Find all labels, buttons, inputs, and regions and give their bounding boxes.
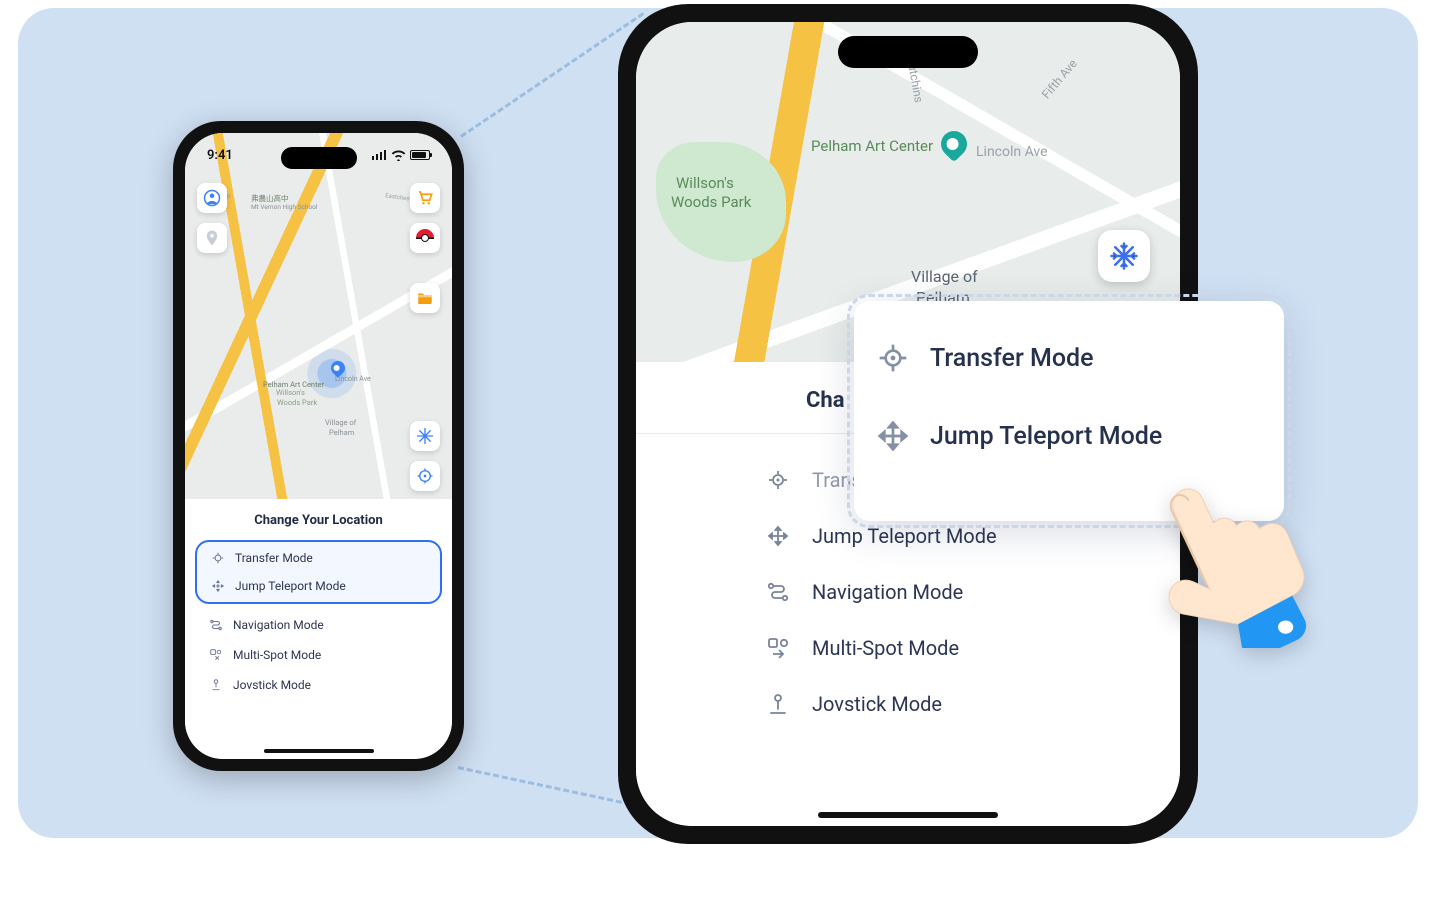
folder-button[interactable]: [410, 283, 440, 313]
dynamic-island: [838, 36, 978, 68]
signal-icon: [372, 150, 387, 160]
joystick-icon: [209, 678, 223, 692]
mode-transfer[interactable]: Transfer Mode: [197, 544, 440, 572]
map-label: Pelham Art Center: [811, 137, 933, 155]
target-icon: [766, 468, 790, 492]
mode-label: Navigation Mode: [233, 618, 324, 632]
map-label: Willson's: [676, 174, 734, 192]
mode-multispot[interactable]: Multi-Spot Mode: [195, 640, 442, 670]
mode-label: Jovstick Mode: [233, 678, 311, 692]
hand-pointer-icon: [1126, 458, 1316, 648]
mode-joystick[interactable]: Jovstick Mode: [636, 676, 1180, 732]
freeze-button[interactable]: [1098, 230, 1150, 282]
poi-pin-icon: [936, 126, 973, 163]
bottom-sheet: Change Your Location Transfer Mode Jump …: [185, 499, 452, 759]
multi-spot-icon: [766, 636, 790, 660]
callout-label: Transfer Mode: [930, 344, 1094, 373]
map-label: Fifth Ave: [1039, 57, 1080, 102]
mode-jump[interactable]: Jump Teleport Mode: [197, 572, 440, 600]
battery-icon: [410, 150, 430, 160]
highlighted-modes: Transfer Mode Jump Teleport Mode: [195, 540, 442, 604]
move-arrows-icon: [766, 524, 790, 548]
snowflake-icon: [416, 427, 434, 445]
status-right: [372, 150, 430, 161]
crosshair-icon: [416, 467, 434, 485]
locate-button[interactable]: [410, 461, 440, 491]
map-label: Lincoln Ave: [335, 375, 371, 383]
pin-icon: [203, 229, 221, 247]
phone-small-screen: 9:41 Columbus R 弗農山高中 Mt Vernon High Sch…: [185, 133, 452, 759]
map-label: Woods Park: [671, 193, 751, 211]
folder-icon: [416, 289, 434, 307]
callout-label: Jump Teleport Mode: [930, 422, 1162, 451]
pokeball-button[interactable]: [410, 223, 440, 253]
user-circle-icon: [203, 189, 221, 207]
mode-multispot[interactable]: Multi-Spot Mode: [636, 620, 1180, 676]
pokeball-icon: [416, 229, 434, 247]
map-label: Woods Park: [277, 398, 317, 407]
mode-label: Jovstick Mode: [812, 692, 942, 716]
map-label: Lincoln Ave: [976, 144, 1048, 160]
mode-label: Jump Teleport Mode: [235, 579, 346, 593]
callout-transfer[interactable]: Transfer Mode: [862, 319, 1276, 397]
map-label: Pelham: [329, 428, 354, 437]
multi-spot-icon: [209, 648, 223, 662]
snowflake-icon: [1109, 241, 1139, 271]
move-arrows-icon: [211, 579, 225, 593]
cart-icon: [416, 189, 434, 207]
sheet-title: Change Your Location: [185, 499, 452, 540]
status-time: 9:41: [207, 148, 233, 163]
freeze-button[interactable]: [410, 421, 440, 451]
map-label: Village of: [911, 267, 978, 286]
mode-label: Navigation Mode: [812, 580, 963, 604]
mode-joystick[interactable]: Jovstick Mode: [195, 670, 442, 700]
illustration-canvas: 9:41 Columbus R 弗農山高中 Mt Vernon High Sch…: [18, 8, 1418, 838]
saved-pin-button[interactable]: [197, 223, 227, 253]
move-arrows-icon: [876, 419, 910, 453]
route-icon: [766, 580, 790, 604]
mode-navigation[interactable]: Navigation Mode: [195, 610, 442, 640]
target-icon: [876, 341, 910, 375]
mode-label: Multi-Spot Mode: [812, 636, 959, 660]
wifi-icon: [391, 150, 406, 161]
mode-label: Multi-Spot Mode: [233, 648, 321, 662]
route-icon: [209, 618, 223, 632]
map-label: Willson's: [276, 388, 305, 397]
connector-line-top: [460, 12, 644, 138]
phone-small-frame: 9:41 Columbus R 弗農山高中 Mt Vernon High Sch…: [173, 121, 464, 771]
map-label: Mt Vernon High School: [251, 203, 317, 211]
target-icon: [211, 551, 225, 565]
map-view-small[interactable]: Columbus R 弗農山高中 Mt Vernon High School E…: [185, 133, 452, 503]
map-label: Village of: [325, 418, 356, 427]
mode-label: Transfer Mode: [235, 551, 313, 565]
cart-button[interactable]: [410, 183, 440, 213]
home-indicator: [818, 812, 998, 818]
dynamic-island: [281, 147, 357, 169]
joystick-icon: [766, 692, 790, 716]
profile-button[interactable]: [197, 183, 227, 213]
mode-navigation[interactable]: Navigation Mode: [636, 564, 1180, 620]
mode-list: Transfer Mode Jump Teleport Mode Navigat…: [185, 540, 452, 700]
home-indicator: [264, 749, 374, 753]
